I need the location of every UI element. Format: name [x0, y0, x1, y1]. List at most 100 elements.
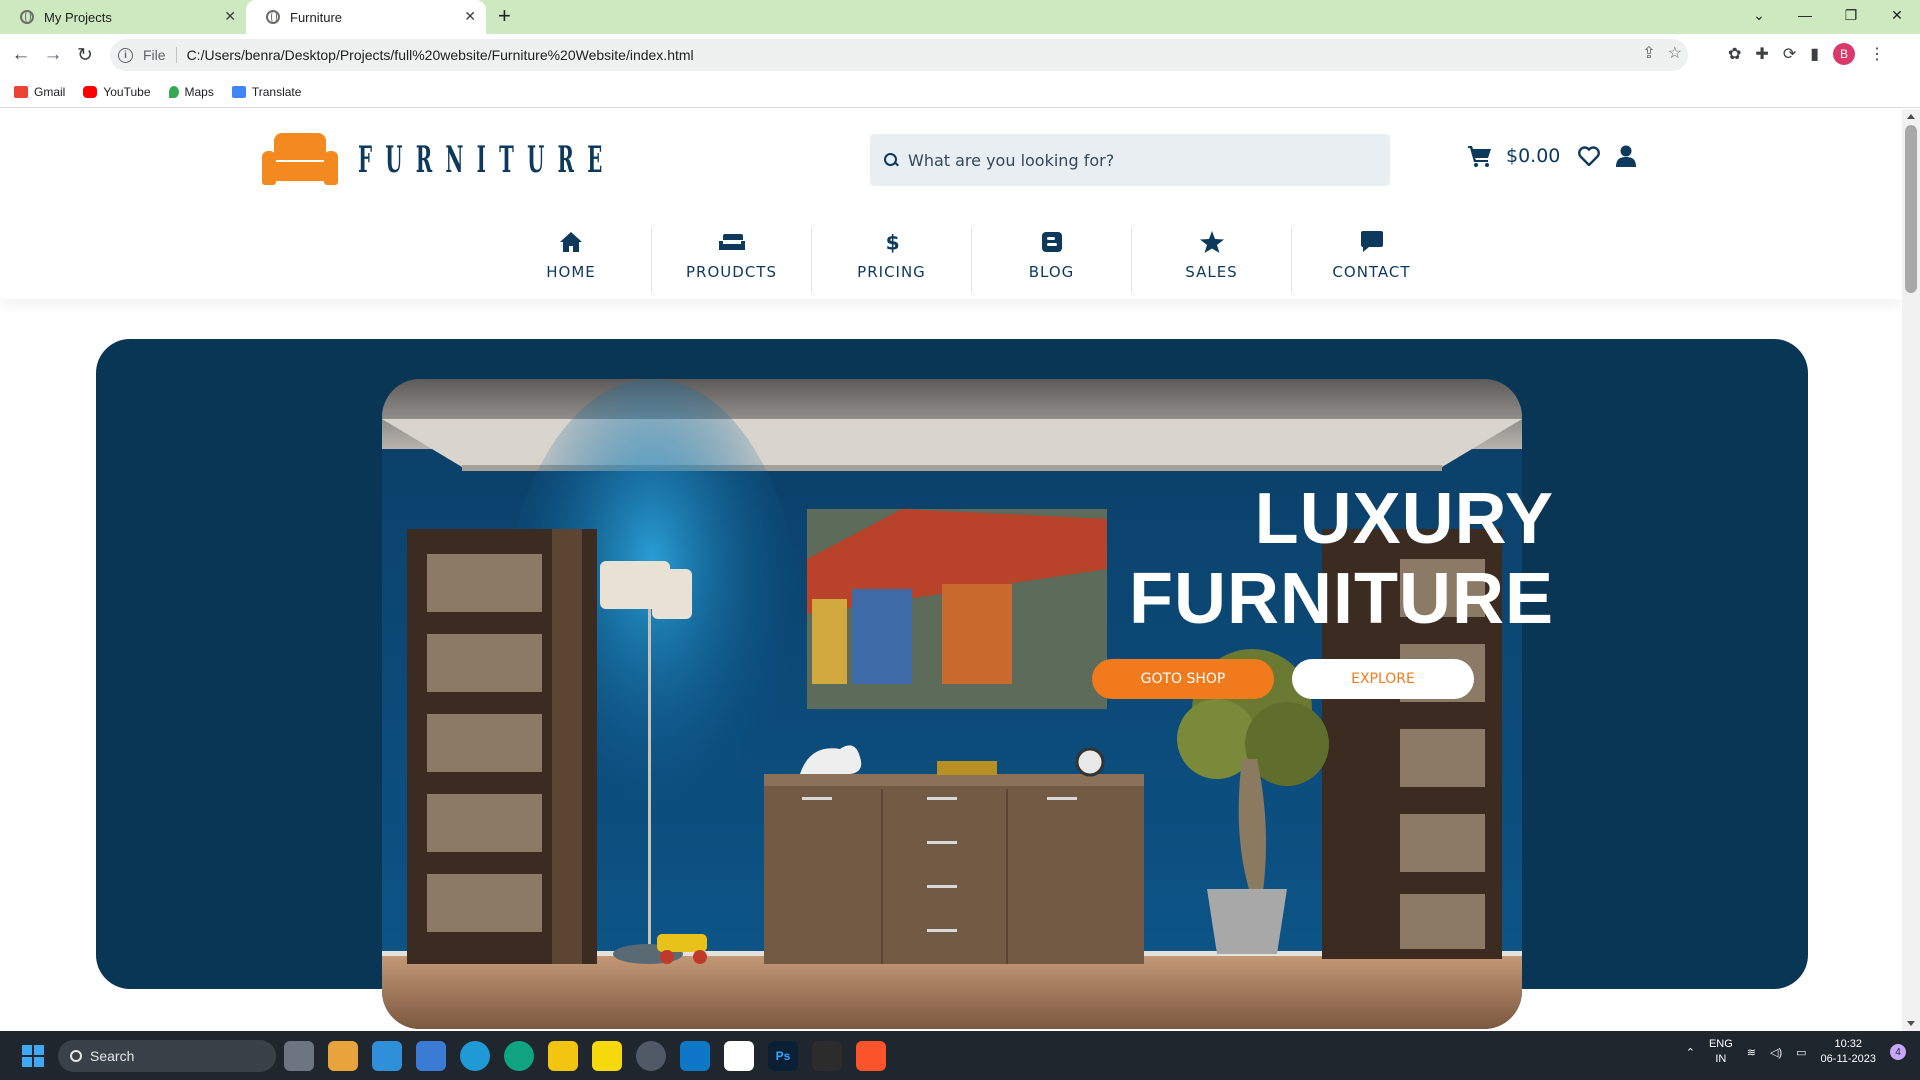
sofa-icon [718, 234, 745, 250]
extension-icon[interactable]: ✿ [1728, 44, 1741, 64]
goto-shop-button[interactable]: GOTO SHOP [1092, 659, 1274, 699]
side-panel-icon[interactable]: ▮ [1810, 44, 1819, 64]
user-icon[interactable] [1616, 145, 1637, 167]
tray-chevron-icon[interactable]: ⌃ [1686, 1046, 1695, 1059]
nav-blog[interactable]: BLOG [971, 227, 1131, 293]
scrollbar-thumb[interactable] [1905, 125, 1917, 293]
main-nav: HOME PROUDCTS $ PRICING BLOG SALES CONTA… [491, 227, 1451, 293]
tab-my-projects[interactable]: My Projects ✕ [0, 0, 246, 34]
nav-home[interactable]: HOME [491, 227, 651, 293]
chatgpt-icon[interactable] [504, 1041, 534, 1071]
explore-button[interactable]: EXPLORE [1292, 659, 1474, 699]
hero-title: LUXURY FURNITURE [1129, 479, 1554, 639]
share-icon[interactable]: ⇪ [1642, 43, 1655, 63]
taskbar-search[interactable]: Search [58, 1040, 276, 1072]
new-tab-button[interactable]: + [498, 3, 511, 29]
bookmark-gmail[interactable]: Gmail [14, 85, 65, 99]
logo-wordmark: FURNITURE [358, 139, 616, 181]
figma-icon[interactable] [812, 1041, 842, 1071]
tab-search-icon[interactable]: ⌄ [1736, 0, 1782, 30]
puzzle-icon[interactable]: ✚ [1755, 44, 1768, 64]
vscode-icon[interactable] [680, 1041, 710, 1071]
hero-title-line: LUXURY [1254, 479, 1554, 559]
battery-icon[interactable]: ▭ [1796, 1046, 1806, 1059]
search-input[interactable] [908, 150, 1368, 170]
cart-total[interactable]: $0.00 [1506, 145, 1560, 167]
windows-start-icon[interactable] [22, 1045, 44, 1067]
home-icon [560, 232, 582, 252]
url-text[interactable]: C:/Users/benra/Desktop/Projects/full%20w… [187, 47, 694, 63]
heart-icon[interactable] [1578, 146, 1601, 166]
language-code: ENG [1708, 1038, 1733, 1050]
volume-icon[interactable]: ◁) [1770, 1046, 1782, 1059]
region-code: IN [1715, 1053, 1727, 1065]
profile-avatar[interactable]: B [1833, 43, 1856, 65]
taskbar-apps: Ps [284, 1041, 886, 1071]
nav-label: PROUDCTS [686, 263, 777, 281]
system-tray: ⌃ ENG IN ≋ ◁) ▭ 10:32 06-11-2023 4 [1686, 1037, 1906, 1067]
minimize-icon[interactable]: — [1782, 0, 1828, 30]
hero-title-line: FURNITURE [1129, 559, 1554, 639]
bookmark-maps[interactable]: Maps [168, 84, 214, 99]
app-icon[interactable] [724, 1041, 754, 1071]
task-view-icon[interactable] [284, 1041, 314, 1071]
star-icon [1199, 231, 1224, 253]
language-indicator[interactable]: ENG IN [1709, 1037, 1733, 1067]
bookmark-translate[interactable]: Translate [231, 85, 301, 99]
restore-icon[interactable]: ❐ [1828, 0, 1874, 30]
brave-icon[interactable] [856, 1041, 886, 1071]
bookmark-youtube[interactable]: YouTube [83, 84, 151, 99]
youtube-icon [83, 85, 98, 98]
back-icon[interactable]: ← [6, 40, 36, 70]
address-bar[interactable]: i File C:/Users/benra/Desktop/Projects/f… [110, 39, 1688, 71]
nav-sales[interactable]: SALES [1131, 227, 1291, 293]
maps-pin-icon [168, 85, 179, 98]
weather-icon[interactable] [372, 1041, 402, 1071]
browser-toolbar: ← → ↻ i File C:/Users/benra/Desktop/Proj… [0, 34, 1920, 76]
site-logo[interactable]: FURNITURE [262, 131, 826, 189]
photoshop-icon[interactable]: Ps [768, 1041, 798, 1071]
nav-pricing[interactable]: $ PRICING [811, 227, 971, 293]
sofa-logo-icon [262, 131, 338, 189]
nav-products[interactable]: PROUDCTS [651, 227, 811, 293]
nav-label: SALES [1185, 263, 1238, 281]
wifi-icon[interactable]: ≋ [1747, 1046, 1756, 1059]
translate-icon [231, 85, 246, 98]
chrome-icon[interactable] [636, 1041, 666, 1071]
close-window-icon[interactable]: ✕ [1874, 0, 1920, 30]
scroll-up-icon[interactable] [1907, 114, 1915, 119]
menu-icon[interactable]: ⋮ [1869, 44, 1885, 64]
page-viewport: FURNITURE $0.00 HOME [0, 109, 1902, 1031]
tab-furniture[interactable]: Furniture ✕ [246, 0, 486, 34]
page-scrollbar[interactable] [1902, 109, 1920, 1031]
edge-icon[interactable] [460, 1041, 490, 1071]
gmail-icon [14, 85, 28, 98]
nav-contact[interactable]: CONTACT [1291, 227, 1451, 293]
tab-title: Furniture [290, 9, 343, 25]
bookmark-label: YouTube [103, 84, 151, 99]
widgets-icon[interactable] [328, 1041, 358, 1071]
nav-label: CONTACT [1332, 263, 1411, 281]
blog-icon [1041, 232, 1062, 252]
info-icon[interactable]: i [118, 47, 133, 63]
scroll-down-icon[interactable] [1907, 1021, 1915, 1026]
search-icon [884, 153, 898, 167]
bookmark-star-icon[interactable]: ☆ [1668, 43, 1682, 63]
browser-tab-strip: My Projects ✕ Furniture ✕ + ⌄ — ❐ ✕ [0, 0, 1920, 34]
clock-time: 10:32 [1834, 1038, 1863, 1050]
cart-icon[interactable] [1468, 145, 1492, 167]
close-icon[interactable]: ✕ [464, 8, 476, 25]
notification-badge[interactable]: 4 [1890, 1044, 1906, 1060]
notepad-icon[interactable] [416, 1041, 446, 1071]
sync-icon[interactable]: ⟳ [1783, 44, 1796, 64]
bookmark-label: Maps [184, 84, 214, 99]
forward-icon[interactable]: → [38, 40, 68, 70]
nav-label: BLOG [1028, 263, 1075, 281]
header-actions: $0.00 [1468, 145, 1637, 167]
file-explorer-icon[interactable] [548, 1041, 578, 1071]
close-icon[interactable]: ✕ [224, 8, 236, 25]
reload-icon[interactable]: ↻ [70, 40, 100, 70]
window-controls: ⌄ — ❐ ✕ [1736, 0, 1920, 30]
clock[interactable]: 10:32 06-11-2023 [1821, 1037, 1876, 1067]
sticky-app-icon[interactable] [592, 1041, 622, 1071]
